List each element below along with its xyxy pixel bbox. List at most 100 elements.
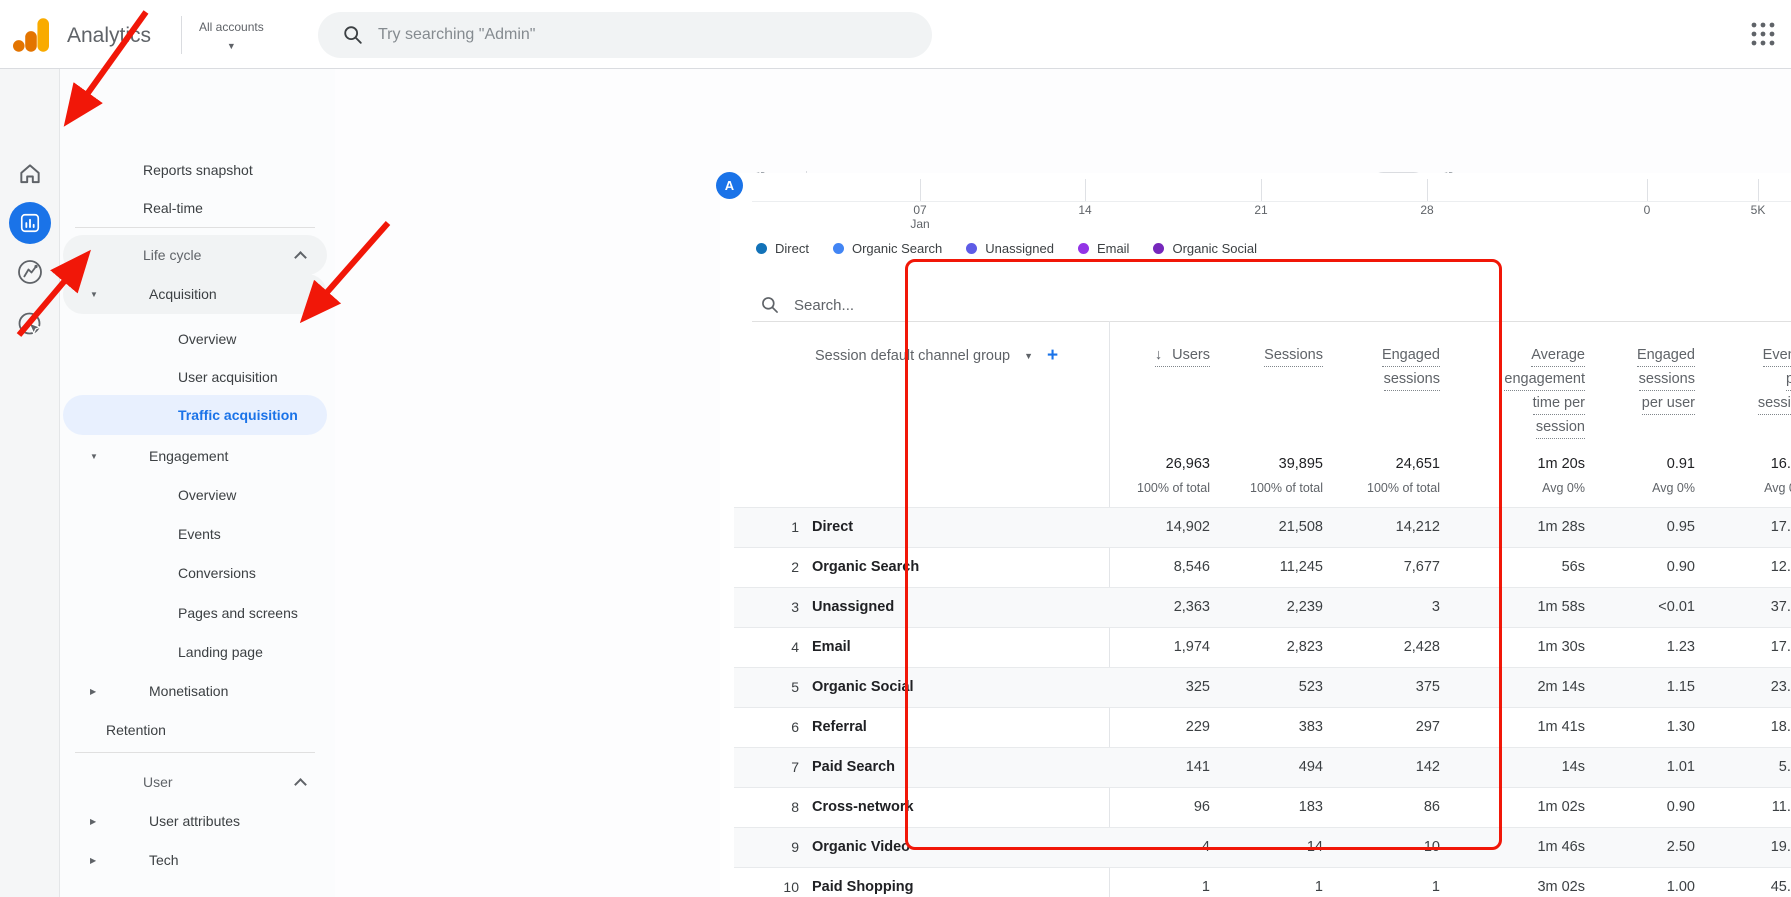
nav-rail [0, 69, 60, 897]
row-cell-engaged-sessions-per-user: 2.50 [1666, 839, 1695, 855]
sidebar-item-landing-page[interactable]: Landing page [63, 632, 327, 672]
sidebar-item-monetisation[interactable]: ▶ Monetisation [63, 671, 327, 711]
totals-subtitle-engaged-sessions: 100% of total [1367, 481, 1440, 495]
bar-axis-tick-label: 0 [1643, 203, 1651, 217]
sidebar-item-label: Reports snapshot [143, 162, 253, 178]
row-cell-engaged-sessions-per-user: 1.23 [1666, 639, 1695, 655]
account-switcher[interactable]: All accounts ▼ [199, 20, 264, 51]
chevron-up-icon[interactable] [294, 251, 307, 264]
sidebar-item-overview[interactable]: Overview [63, 475, 327, 515]
chevron-expanded-icon[interactable]: ▼ [90, 290, 106, 299]
legend-dot-icon [832, 243, 844, 254]
row-cell-events-per-session: 11.09 [1771, 799, 1791, 815]
chevron-up-icon[interactable] [294, 778, 307, 791]
sidebar-item-engagement[interactable]: ▼ Engagement [63, 436, 327, 476]
add-dimension-button[interactable]: + [1047, 345, 1058, 367]
column-header-engaged-sessions-per-user[interactable]: Engaged sessions per user [1636, 345, 1695, 417]
legend-item-email[interactable]: Email [1077, 241, 1129, 256]
sidebar-item-label: Life cycle [143, 247, 202, 263]
sidebar-divider [75, 752, 315, 753]
table-row[interactable]: 9Organic Video414101m 46s2.5019.0771.43% [734, 827, 1791, 867]
table-row[interactable]: 1 Direct 14,902 21,508 14,212 1m 28s 0.95 17.21… [734, 507, 1791, 547]
totals-subtitle-events-per-session: Avg 0% [1764, 481, 1791, 495]
column-header-line: Average [1531, 345, 1585, 367]
chevron-collapsed-icon[interactable]: ▶ [90, 856, 106, 865]
table-row[interactable]: 10Paid Shopping1113m 02s1.0045.00100% [734, 867, 1791, 897]
sidebar-item-life-cycle[interactable]: Life cycle [63, 235, 327, 275]
row-number: 6 [791, 719, 799, 735]
row-number: 10 [783, 879, 799, 895]
sort-descending-icon: ↓ [1154, 347, 1167, 363]
sidebar-item-overview[interactable]: Overview [63, 319, 327, 359]
table-row[interactable]: 5Organic Social3255233752m 14s1.1523.017… [734, 667, 1791, 707]
column-header-line: per [1786, 369, 1791, 391]
divider [181, 16, 182, 54]
sidebar-item-conversions[interactable]: Conversions [63, 553, 327, 593]
row-cell-users: 8,546 [1173, 559, 1210, 575]
table-row[interactable]: 8Cross-network96183861m 02s0.9011.0946.9… [734, 787, 1791, 827]
sidebar-item-user-attributes[interactable]: ▶ User attributes [63, 801, 327, 841]
sidebar-item-pages-and-screens[interactable]: Pages and screens [63, 593, 327, 633]
sidebar-item-events[interactable]: Events [63, 514, 327, 554]
column-header-avg-engagement-time[interactable]: Average engagement time per session [1504, 345, 1585, 441]
table-row[interactable]: 2 Organic Search 8,546 11,245 7,677 56s 0.90 12… [734, 547, 1791, 587]
divider [752, 321, 1791, 322]
table-row[interactable]: 3Unassigned2,3632,23931m 58s<0.0137.630.… [734, 587, 1791, 627]
sidebar-item-label: Events [178, 526, 221, 542]
sidebar-item-retention[interactable]: Retention [63, 710, 327, 750]
legend-item-organic-social[interactable]: Organic Social [1153, 241, 1257, 256]
legend-item-direct[interactable]: Direct [756, 241, 809, 256]
row-cell-avg-engagement-time: 1m 58s [1537, 599, 1585, 615]
sidebar-item-real-time[interactable]: Real-time [63, 188, 327, 228]
sidebar-item-user[interactable]: User [63, 762, 327, 802]
advertising-icon[interactable] [0, 311, 60, 338]
sidebar-item-label: User [143, 774, 173, 790]
chevron-collapsed-icon[interactable]: ▶ [90, 817, 106, 826]
column-header-sessions[interactable]: Sessions [1264, 345, 1323, 369]
chevron-collapsed-icon[interactable]: ▶ [90, 687, 106, 696]
row-cell-users: 325 [1185, 679, 1210, 695]
legend-dot-icon [966, 243, 978, 254]
row-cell-avg-engagement-time: 14s [1561, 759, 1585, 775]
column-header-line: Events [1762, 345, 1791, 367]
table-search-input[interactable]: Search... [760, 295, 854, 315]
apps-grid-icon[interactable] [1750, 21, 1776, 47]
legend-item-organic-search[interactable]: Organic Search [832, 241, 942, 256]
bar-chart-icon [20, 213, 40, 233]
row-cell-sessions: 494 [1298, 759, 1323, 775]
column-header-line: Engaged [1381, 345, 1440, 367]
column-header-users[interactable]: ↓ Users [1154, 345, 1210, 369]
search-icon [762, 297, 778, 313]
row-cell-sessions: 21,508 [1278, 519, 1323, 535]
dimension-column-header[interactable]: Session default channel group ▼ + [815, 345, 1058, 367]
report-nav-sidebar: Reports snapshot Real-time Life cycle ▼ Acqu… [60, 69, 335, 897]
column-header-events-per-session[interactable]: Events per session [1757, 345, 1791, 417]
row-number: 1 [791, 519, 799, 535]
row-cell-users: 4 [1201, 839, 1210, 855]
sidebar-item-user-acquisition[interactable]: User acquisition [63, 357, 327, 397]
sidebar-item-reports-snapshot[interactable]: Reports snapshot [63, 150, 327, 190]
row-cell-engaged-sessions: 375 [1415, 679, 1440, 695]
home-icon[interactable] [0, 161, 60, 187]
avatar[interactable]: A [716, 172, 743, 199]
sidebar-item-traffic-acquisition[interactable]: Traffic acquisition [63, 395, 327, 435]
table-row[interactable]: 7Paid Search14149414214s1.015.7728.74%2 [734, 747, 1791, 787]
chevron-expanded-icon[interactable]: ▼ [90, 452, 106, 461]
explore-icon[interactable] [0, 258, 60, 286]
chevron-down-icon: ▼ [1024, 351, 1034, 361]
row-cell-events-per-session: 37.63 [1770, 599, 1791, 615]
column-header-line: sessions [1383, 369, 1440, 391]
sidebar-item-label: Tech [149, 852, 179, 868]
reports-nav-selected[interactable] [9, 202, 51, 244]
column-header-engaged-sessions[interactable]: Engaged sessions [1381, 345, 1440, 393]
totals-value-users: 26,963 [1165, 456, 1210, 472]
legend-item-unassigned[interactable]: Unassigned [966, 241, 1054, 256]
sidebar-item-tech[interactable]: ▶ Tech [63, 840, 327, 880]
table-row[interactable]: 6Referral2293832971m 41s1.3018.9777.55%7 [734, 707, 1791, 747]
row-cell-users: 229 [1185, 719, 1210, 735]
row-cell-avg-engagement-time: 1m 41s [1537, 719, 1585, 735]
table-row[interactable]: 4Email1,9742,8232,4281m 30s1.2317.6386.0… [734, 627, 1791, 667]
sidebar-item-acquisition[interactable]: ▼ Acquisition [63, 274, 327, 314]
row-cell-sessions: 14 [1306, 839, 1323, 855]
global-search-input[interactable]: Try searching "Admin" [318, 12, 932, 58]
